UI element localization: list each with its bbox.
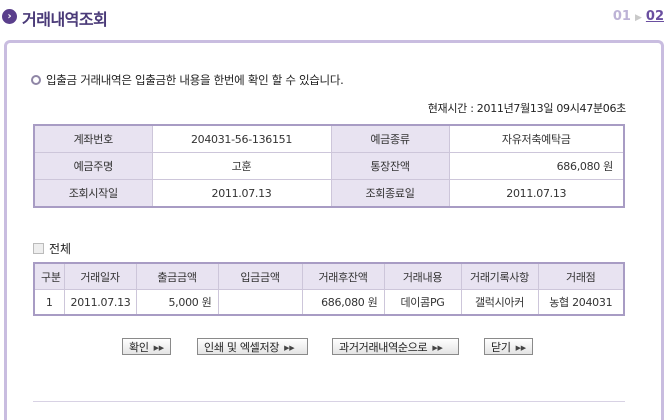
account-info-table: 계좌번호 204031-56-136151 예금종류 자유저축예탁금 예금주명 … xyxy=(33,124,625,208)
account-no-label: 계좌번호 xyxy=(33,124,153,153)
info-message: 입출금 거래내역은 입출금한 내용을 한번에 확인 할 수 있습니다. xyxy=(31,72,344,88)
tx-description: 데이콤PG xyxy=(383,289,462,316)
double-arrow-icon: ▶▶ xyxy=(515,343,526,352)
chevron-right-icon: › xyxy=(2,9,17,24)
deposit-type-value: 자유저축예탁금 xyxy=(448,124,625,153)
col-header: 거래후잔액 xyxy=(301,262,385,290)
page-title: 거래내역조회 xyxy=(22,10,108,29)
col-header: 거래점 xyxy=(537,262,625,290)
print-excel-button[interactable]: 인쇄 및 엑셀저장 ▶▶ xyxy=(197,338,308,355)
col-header: 입금금액 xyxy=(217,262,303,290)
step-2[interactable]: 02 xyxy=(646,9,664,24)
start-date-value: 2011.07.13 xyxy=(151,179,332,208)
confirm-button[interactable]: 확인 ▶▶ xyxy=(122,338,171,355)
transaction-table: 구분 거래일자 출금금액 입금금액 거래후잔액 거래내용 거래기록사항 거래점 … xyxy=(33,262,625,316)
deposit-amount xyxy=(217,289,303,316)
tx-date: 2011.07.13 xyxy=(63,289,137,316)
col-header: 구분 xyxy=(33,262,65,290)
current-time: 현재시간 : 2011년7월13일 09시47분06초 xyxy=(427,102,627,115)
tx-branch: 농협 204031 xyxy=(537,289,625,316)
checkbox-icon[interactable] xyxy=(33,243,44,254)
table-row: 조회시작일 2011.07.13 조회종료일 2011.07.13 xyxy=(33,179,625,208)
withdrawal-amount: 5,000 원 xyxy=(135,289,219,316)
close-button[interactable]: 닫기 ▶▶ xyxy=(484,338,533,355)
owner-value: 고훈 xyxy=(151,152,332,180)
confirm-label: 확인 xyxy=(129,341,149,354)
start-date-label: 조회시작일 xyxy=(33,179,153,208)
col-header: 거래기록사항 xyxy=(460,262,539,290)
table-header-row: 구분 거래일자 출금금액 입금금액 거래후잔액 거래내용 거래기록사항 거래점 xyxy=(33,262,625,290)
col-header: 거래일자 xyxy=(63,262,137,290)
bullet-icon xyxy=(31,74,41,85)
col-header: 거래내용 xyxy=(383,262,462,290)
end-date-label: 조회종료일 xyxy=(330,179,450,208)
content-frame xyxy=(4,40,664,420)
balance-label: 통장잔액 xyxy=(330,152,450,180)
deposit-type-label: 예금종류 xyxy=(330,124,450,153)
step-indicator: 01 ▶ 02 xyxy=(613,9,664,24)
filter-all-label: 전체 xyxy=(49,242,72,256)
print-label: 인쇄 및 엑셀저장 xyxy=(204,341,280,354)
step-1[interactable]: 01 xyxy=(613,9,631,24)
divider xyxy=(33,401,625,402)
double-arrow-icon: ▶▶ xyxy=(432,343,443,352)
filter-all[interactable]: 전체 xyxy=(33,240,71,257)
row-no: 1 xyxy=(33,289,65,316)
table-row: 예금주명 고훈 통장잔액 686,080 원 xyxy=(33,152,625,180)
info-text: 입출금 거래내역은 입출금한 내용을 한번에 확인 할 수 있습니다. xyxy=(46,73,344,87)
past-order-label: 과거거래내역순으로 xyxy=(339,341,428,354)
close-label: 닫기 xyxy=(491,341,511,354)
tx-memo: 갤럭시아커 xyxy=(460,289,539,316)
step-arrow-icon: ▶ xyxy=(634,13,642,23)
balance-after: 686,080 원 xyxy=(301,289,385,316)
page-header: › 거래내역조회 01 ▶ 02 xyxy=(0,0,670,38)
col-header: 출금금액 xyxy=(135,262,219,290)
table-row: 계좌번호 204031-56-136151 예금종류 자유저축예탁금 xyxy=(33,124,625,153)
double-arrow-icon: ▶▶ xyxy=(284,343,295,352)
account-no-value: 204031-56-136151 xyxy=(151,124,332,153)
owner-label: 예금주명 xyxy=(33,152,153,180)
balance-value: 686,080 원 xyxy=(448,152,625,180)
end-date-value: 2011.07.13 xyxy=(448,179,625,208)
double-arrow-icon: ▶▶ xyxy=(153,343,164,352)
past-order-button[interactable]: 과거거래내역순으로 ▶▶ xyxy=(332,338,459,355)
table-row: 1 2011.07.13 5,000 원 686,080 원 데이콤PG 갤럭시… xyxy=(33,289,625,316)
